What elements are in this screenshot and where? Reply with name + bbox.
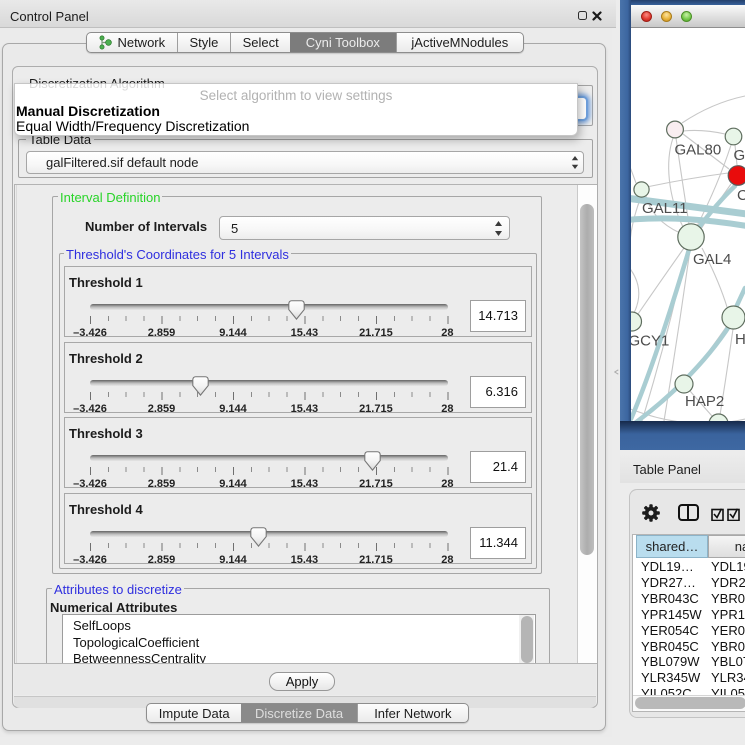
svg-text:GAL11: GAL11	[642, 200, 688, 217]
svg-text:GCY1: GCY1	[631, 333, 669, 350]
svg-text:GAL2: GAL2	[734, 147, 745, 164]
svg-text:GAL4: GAL4	[693, 251, 731, 268]
svg-text:HAP2: HAP2	[685, 393, 724, 410]
svg-text:CRH1: CRH1	[737, 187, 745, 204]
svg-text:GAL80: GAL80	[675, 142, 722, 159]
svg-text:HAP4: HAP4	[735, 331, 745, 348]
